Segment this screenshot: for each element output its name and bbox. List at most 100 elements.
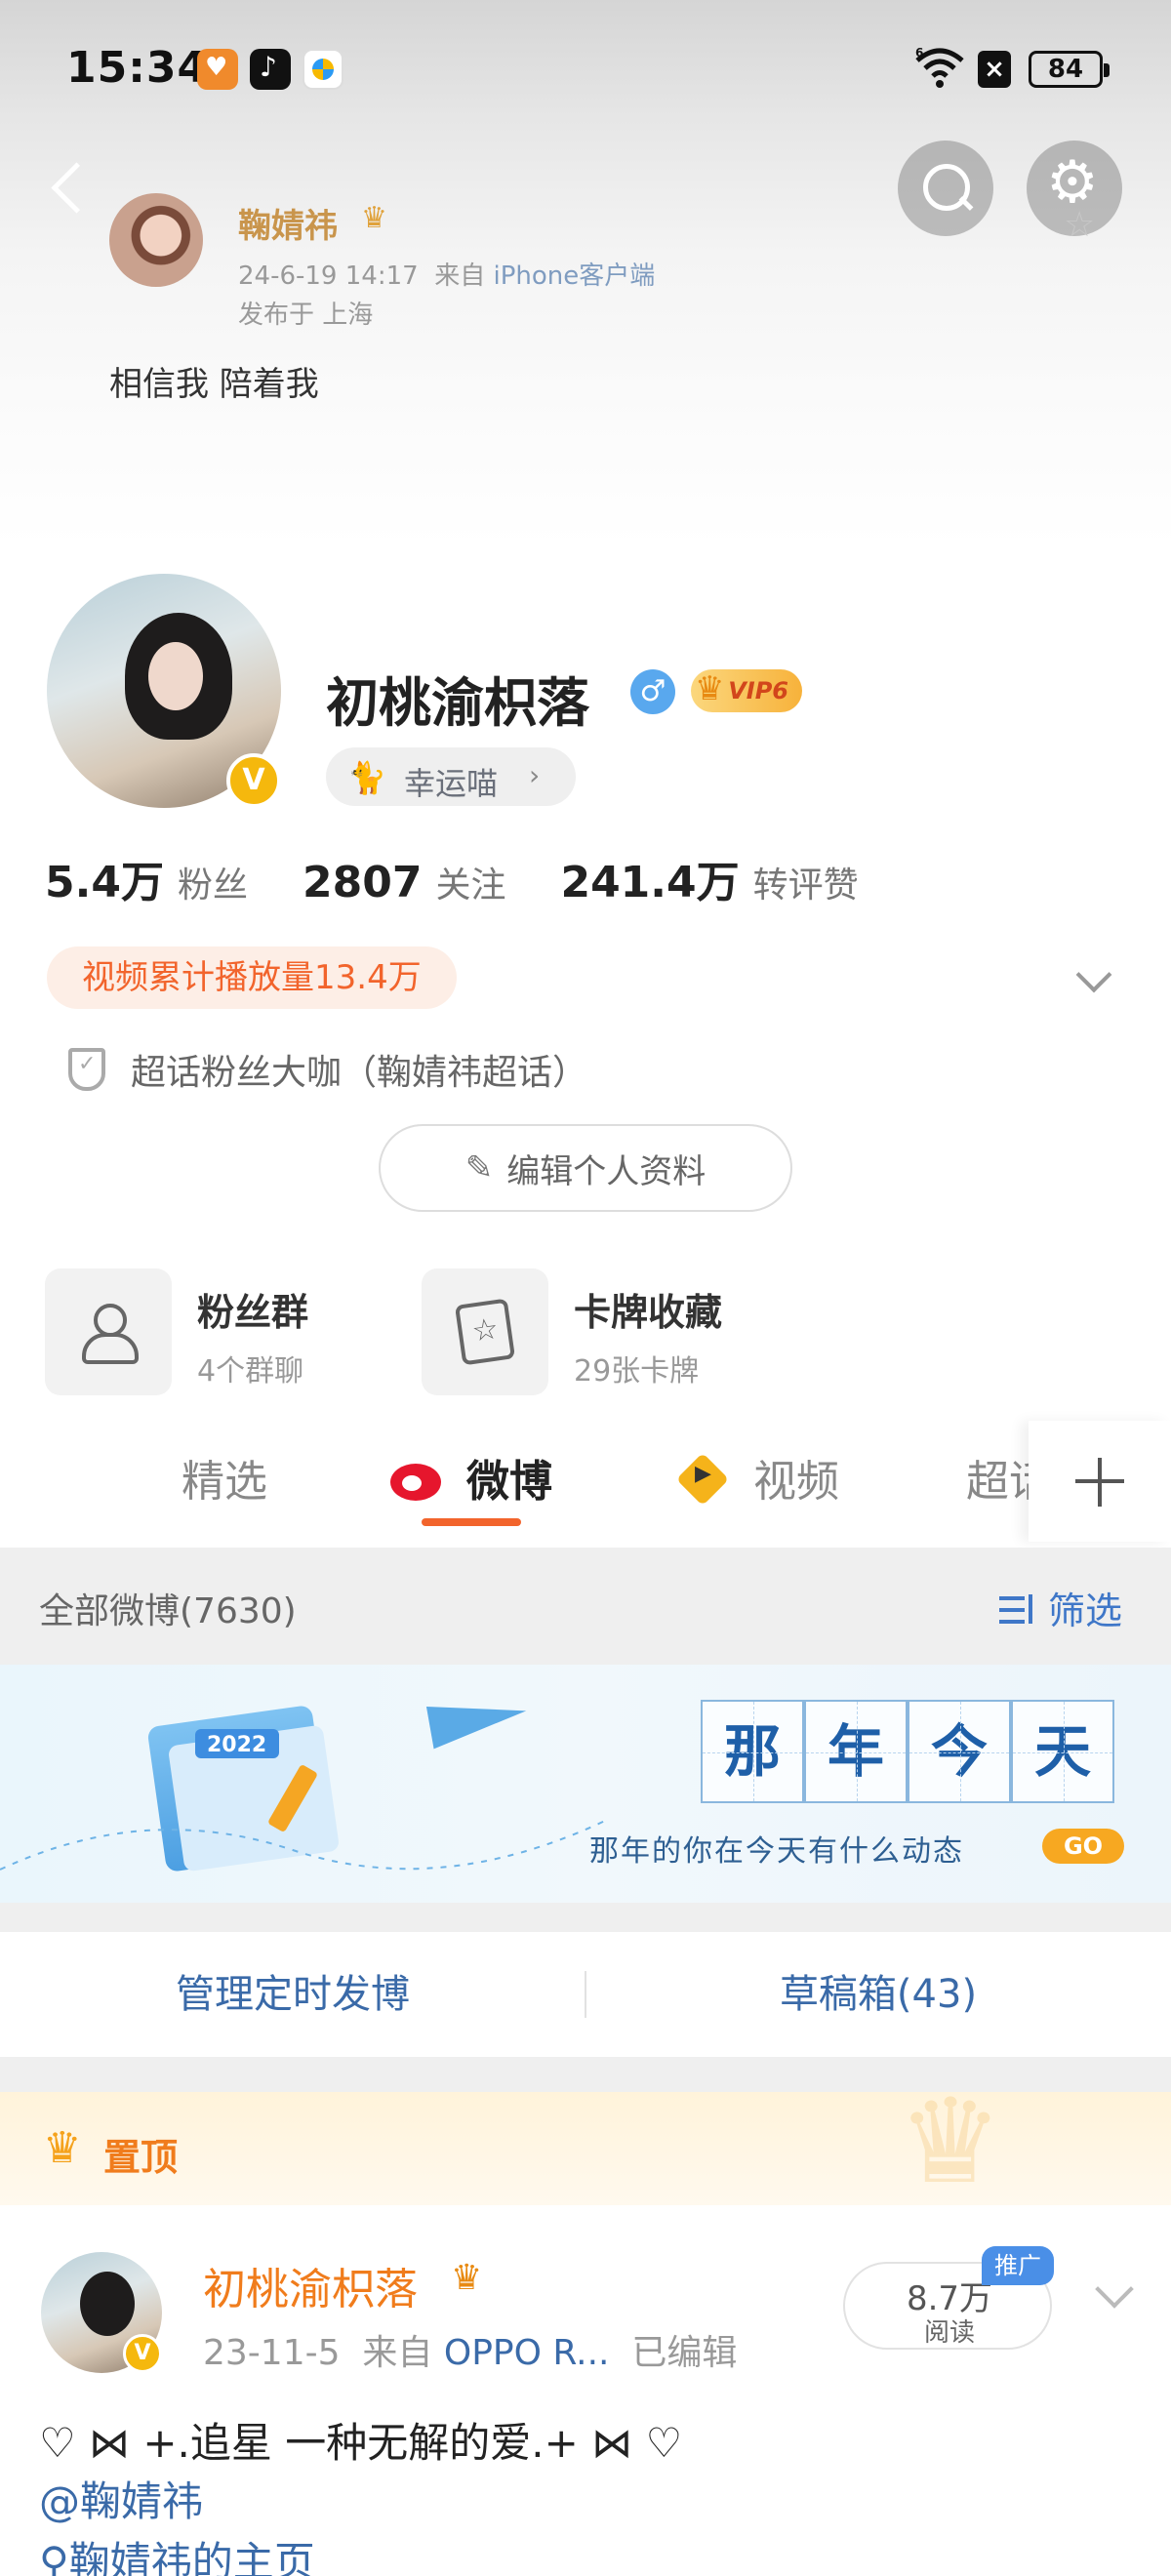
chevron-right-icon: › xyxy=(529,759,541,791)
reads-label: 阅读 xyxy=(923,2318,975,2348)
title-char: 今 xyxy=(908,1700,1011,1803)
lucky-cat-label: 幸运喵 xyxy=(404,765,499,802)
promote-badge[interactable]: 推广 xyxy=(982,2246,1054,2285)
post-menu-chevron-down-icon[interactable] xyxy=(1095,2270,1134,2309)
post-source[interactable]: OPPO R... xyxy=(444,2333,610,2373)
header-post-date: 24-6-19 14:17 xyxy=(238,262,419,291)
no-sim-icon: × xyxy=(978,51,1011,88)
super-topic-row[interactable]: 超话粉丝大咖（鞠婧祎超话） xyxy=(68,1042,587,1097)
header-post-source: iPhone客户端 xyxy=(493,262,656,291)
profile-stats: 5.4万 粉丝 2807 关注 241.4万 转评赞 xyxy=(45,847,913,909)
tab-weibo-label: 微博 xyxy=(466,1457,552,1507)
pinwheel-app-icon xyxy=(303,49,343,90)
on-this-day-banner[interactable]: 2022 那 年 今 天 那年的你在今天有什么动态 GO xyxy=(0,1665,1171,1903)
post-source-prefix: 来自 xyxy=(362,2333,433,2373)
calendar-year: 2022 xyxy=(207,1733,266,1757)
filter-label: 筛选 xyxy=(1048,1590,1123,1632)
verified-badge: V xyxy=(123,2334,162,2373)
male-gender-icon: ♂ xyxy=(630,669,675,714)
header-post-meta: 24-6-19 14:17 来自 iPhone客户端 xyxy=(238,256,655,292)
fan-group-title: 粉丝群 xyxy=(197,1291,309,1334)
go-button[interactable]: GO xyxy=(1042,1829,1124,1864)
pinned-post[interactable]: V 初桃渝枳落 ♛ 23-11-5 来自 OPPO R... 已编辑 8.7万 … xyxy=(0,2205,1171,2576)
pencil-icon: ✎ xyxy=(464,1148,494,1187)
user-link-icon: ⚲ xyxy=(39,2538,69,2576)
pinned-label: 置顶 xyxy=(103,2136,179,2179)
post-homepage-link[interactable]: ⚲鞠婧祎的主页 xyxy=(39,2529,315,2576)
calendar-year-badge: 2022 xyxy=(195,1729,279,1758)
card-collection-sub: 29张卡牌 xyxy=(574,1354,700,1389)
edit-profile-label: 编辑个人资料 xyxy=(506,1151,707,1191)
post-homepage-label: 鞠婧祎的主页 xyxy=(68,2538,315,2576)
group-icon xyxy=(80,1302,139,1364)
add-tab-button[interactable] xyxy=(1029,1421,1171,1542)
section-divider xyxy=(0,1903,1171,1932)
crown-icon: ♛ xyxy=(361,201,387,235)
post-mention-link[interactable]: @鞠婧祎 xyxy=(39,2469,203,2528)
profile-tabs: 精选 微博 视频 超话 xyxy=(0,1421,1171,1542)
header-post-source-prefix: 来自 xyxy=(434,262,486,291)
tab-super-topic[interactable]: 超话 xyxy=(966,1446,1029,1509)
post-date: 23-11-5 xyxy=(203,2333,341,2373)
lucky-cat-button[interactable]: 🐈 幸运喵 › xyxy=(326,747,576,806)
search-button[interactable] xyxy=(898,141,993,236)
tab-video-label: 视频 xyxy=(753,1457,839,1507)
fan-group-sub: 4个群聊 xyxy=(197,1354,304,1389)
crown-icon: ♛ xyxy=(451,2258,483,2298)
stat-likes[interactable]: 241.4万 转评赞 xyxy=(560,847,858,909)
active-tab-indicator xyxy=(422,1518,521,1526)
cards-icon xyxy=(454,1298,516,1366)
header-post-location: 发布于 上海 xyxy=(238,301,374,330)
filter-bar: 全部微博(7630) 筛选 xyxy=(0,1548,1171,1665)
post-text: ♡ ⋈ +.追星 一种无解的爱.+ ⋈ ♡ xyxy=(39,2419,683,2467)
tab-featured[interactable]: 精选 xyxy=(182,1446,267,1509)
expand-chevron-down-icon[interactable] xyxy=(1075,956,1112,993)
manage-row: 管理定时发博 草稿箱(43) xyxy=(0,1932,1171,2057)
post-author[interactable]: 初桃渝枳落 xyxy=(203,2254,418,2316)
video-plays-badge[interactable]: 视频累计播放量13.4万 xyxy=(47,946,457,1009)
super-topic-text: 超话粉丝大咖（鞠婧祎超话） xyxy=(131,1053,588,1093)
stat-label: 关注 xyxy=(435,865,506,906)
stat-number: 5.4万 xyxy=(45,858,164,907)
crown-icon: ♛ xyxy=(43,2123,82,2173)
notification-app-icon xyxy=(197,49,238,90)
crown-decoration-icon xyxy=(888,2074,1044,2210)
stat-following[interactable]: 2807 关注 xyxy=(303,857,505,907)
stat-label: 粉丝 xyxy=(177,865,248,906)
pinned-header: ♛ 置顶 xyxy=(0,2074,1171,2210)
verified-badge: V xyxy=(226,753,281,808)
dashed-flight-path xyxy=(0,1820,606,1871)
header-post-author[interactable]: 鞠婧祎 xyxy=(238,199,338,247)
header-post-avatar[interactable] xyxy=(109,193,203,287)
banner-subtitle: 那年的你在今天有什么动态 xyxy=(589,1834,964,1869)
fan-group-icon-box xyxy=(45,1268,172,1395)
favorite-star-icon[interactable]: ☆ xyxy=(1064,205,1095,245)
tiktok-icon xyxy=(250,49,291,90)
drafts-button[interactable]: 草稿箱(43) xyxy=(586,1932,1171,2057)
all-posts-count: 全部微博(7630) xyxy=(39,1591,297,1631)
status-bar: 15:34 6 × 84 xyxy=(0,0,1171,137)
status-time: 15:34 xyxy=(66,43,209,93)
tab-video[interactable]: 视频 xyxy=(675,1446,839,1509)
post-meta: 23-11-5 来自 OPPO R... 已编辑 xyxy=(203,2324,737,2375)
card-collection-title: 卡牌收藏 xyxy=(574,1291,723,1334)
filter-button[interactable]: 筛选 xyxy=(995,1581,1122,1634)
title-char: 年 xyxy=(804,1700,908,1803)
battery-indicator: 84 xyxy=(1029,51,1110,88)
tab-weibo[interactable]: 微博 xyxy=(388,1446,552,1509)
title-char: 那 xyxy=(701,1700,804,1803)
signal-label: 6 xyxy=(915,46,923,60)
manage-scheduled-button[interactable]: 管理定时发博 xyxy=(0,1932,586,2057)
stat-number: 241.4万 xyxy=(560,858,740,907)
stat-number: 2807 xyxy=(302,858,423,907)
profile-nickname: 初桃渝枳落 xyxy=(326,672,589,734)
card-collection-icon-box xyxy=(422,1268,548,1395)
weibo-logo-icon xyxy=(388,1452,449,1503)
video-play-icon xyxy=(675,1452,736,1503)
paper-plane-icon xyxy=(425,1689,531,1750)
edit-profile-button[interactable]: ✎ 编辑个人资料 xyxy=(379,1124,792,1212)
stat-followers[interactable]: 5.4万 粉丝 xyxy=(45,847,248,909)
post-edited: 已编辑 xyxy=(631,2333,738,2373)
back-button[interactable] xyxy=(39,156,98,224)
vip-badge[interactable]: VIP6 xyxy=(691,667,802,712)
